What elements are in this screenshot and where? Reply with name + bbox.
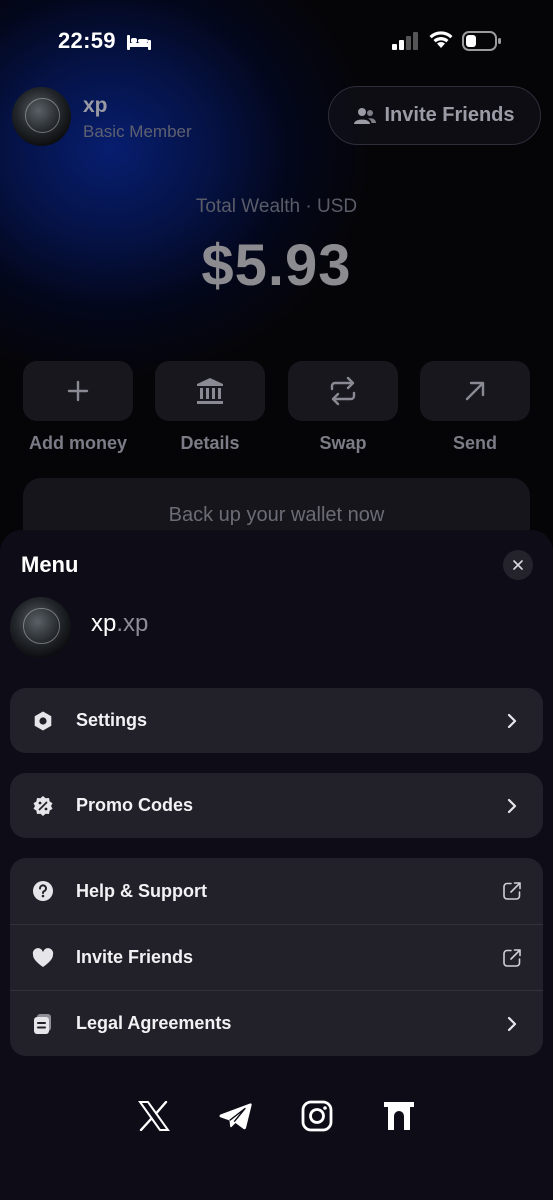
- close-icon: [513, 560, 523, 570]
- x-icon[interactable]: [136, 1098, 172, 1134]
- handle-suffix: .xp: [116, 610, 149, 637]
- details-label: Details: [180, 433, 240, 453]
- total-wealth-value: $5.93: [201, 233, 352, 298]
- document-icon: [31, 1012, 55, 1036]
- send-button[interactable]: Send: [420, 361, 530, 454]
- menu-avatar: [10, 597, 71, 658]
- menu-item-label: Help & Support: [76, 880, 207, 901]
- send-tile[interactable]: [420, 361, 530, 421]
- details-tile[interactable]: [155, 361, 265, 421]
- help-circle-icon: [31, 879, 55, 903]
- external-link-icon: [501, 880, 523, 902]
- telegram-icon[interactable]: [218, 1098, 254, 1134]
- menu-item-legal-agreements[interactable]: Legal Agreements: [10, 990, 543, 1056]
- menu-item-label: Invite Friends: [76, 947, 194, 967]
- plus-icon: [67, 380, 89, 402]
- total-wealth-label: Total Wealth · USD: [195, 196, 358, 217]
- bank-icon: [197, 378, 223, 404]
- wifi-icon: [429, 31, 453, 48]
- menu-item-promo-codes[interactable]: Promo Codes: [10, 773, 543, 838]
- profile-avatar[interactable]: [12, 87, 71, 146]
- menu-item-invite-friends[interactable]: Invite Friends: [10, 924, 543, 990]
- users-icon: [354, 107, 377, 124]
- handle-name: xp: [91, 610, 117, 637]
- instagram-icon[interactable]: [299, 1098, 335, 1134]
- send-label: Send: [452, 433, 497, 453]
- chevron-right-icon: [501, 710, 523, 732]
- username: xp: [83, 94, 108, 117]
- menu-title: Menu: [21, 552, 79, 577]
- menu-sheet: Menu xp.xp Settings Promo Codes Help & S…: [0, 530, 553, 1200]
- menu-item-settings[interactable]: Settings: [10, 688, 543, 753]
- membership-label: Basic Member: [83, 122, 192, 141]
- status-time: 22:59: [58, 28, 116, 53]
- add-money-tile[interactable]: [23, 361, 133, 421]
- backup-wallet-text: Back up your wallet now: [168, 504, 385, 526]
- swap-tile[interactable]: [288, 361, 398, 421]
- battery-icon: [462, 31, 501, 51]
- close-menu-button[interactable]: [503, 550, 533, 580]
- add-money-label: Add money: [28, 433, 127, 453]
- heart-icon: [31, 946, 55, 970]
- swap-button[interactable]: Swap: [288, 361, 398, 454]
- menu-item-label: Promo Codes: [76, 795, 194, 815]
- wallet-handle: xp.xp: [91, 610, 148, 638]
- support-card: Help & Support Invite Friends Legal Agre…: [10, 858, 543, 1056]
- gate-icon[interactable]: [381, 1098, 417, 1134]
- invite-friends-label: Invite Friends: [384, 104, 515, 126]
- swap-icon: [330, 376, 356, 406]
- swap-label: Swap: [319, 433, 367, 453]
- chevron-right-icon: [501, 795, 523, 817]
- cellular-signal-icon: [392, 32, 418, 50]
- arrow-up-right-icon: [465, 381, 485, 401]
- invite-friends-button[interactable]: Invite Friends: [328, 86, 541, 145]
- social-links: [0, 1098, 553, 1138]
- settings-card: Settings: [10, 688, 543, 753]
- promo-badge-icon: [31, 794, 55, 818]
- external-link-icon: [501, 947, 523, 969]
- sleep-focus-icon: [127, 35, 151, 50]
- settings-hexagon-icon: [31, 709, 55, 733]
- details-button[interactable]: Details: [155, 361, 265, 454]
- chevron-right-icon: [501, 1013, 523, 1035]
- add-money-button[interactable]: Add money: [23, 361, 133, 454]
- menu-item-help-support[interactable]: Help & Support: [10, 858, 543, 924]
- status-bar: 22:59: [0, 28, 553, 56]
- promo-card: Promo Codes: [10, 773, 543, 838]
- menu-item-label: Legal Agreements: [76, 1013, 232, 1033]
- menu-item-label: Settings: [76, 710, 148, 730]
